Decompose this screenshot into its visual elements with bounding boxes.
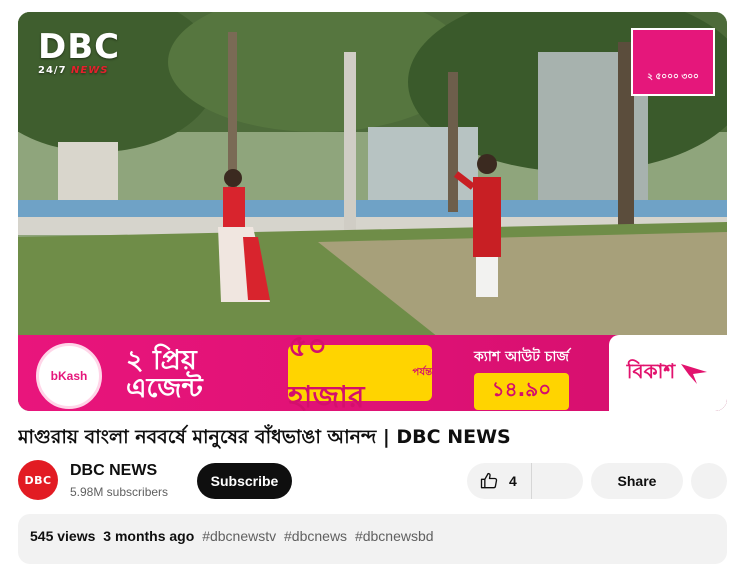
agent-text: ২ প্রিয় এজেন্ট <box>126 345 203 405</box>
share-button[interactable]: Share <box>591 463 683 499</box>
video-title: মাগুরায় বাংলা নববর্ষে মানুষের বাঁধভাঙা … <box>18 426 511 448</box>
like-dislike-group: 4 <box>467 463 583 499</box>
channel-watermark: DBC 24/7 NEWS <box>38 30 120 76</box>
like-button[interactable]: 4 <box>467 463 532 499</box>
hashtag-link[interactable]: #dbcnewsbd <box>355 528 434 544</box>
corner-ad: ২ ৫০০০ ৩০০ <box>631 28 715 96</box>
upload-date: 3 months ago <box>103 528 195 544</box>
app-circle-label: bKash <box>50 369 88 383</box>
prize-value: ৫০ হাজার <box>288 329 365 411</box>
video-player[interactable]: DBC 24/7 NEWS ২ ৫০০০ ৩০০ bKash ২ প্রিয় … <box>18 12 727 411</box>
channel-avatar[interactable]: DBC <box>18 460 58 500</box>
subscriber-count: 5.98M subscribers <box>70 485 169 499</box>
corner-ad-text: ২ ৫০০০ ৩০০ <box>647 71 699 81</box>
brand-name: বিকাশ <box>626 358 676 383</box>
hashtag-link[interactable]: #dbcnews <box>284 528 347 544</box>
thumbs-up-icon <box>480 472 498 489</box>
hashtag-link[interactable]: #dbcnewstv <box>202 528 276 544</box>
ad-banner: bKash ২ প্রিয় এজেন্ট ৫০ হাজার পর্যন্ত ক… <box>18 329 727 411</box>
agent-line-1: ২ প্রিয় <box>126 345 197 376</box>
view-count: 545 views <box>30 528 96 544</box>
bkash-app-icon: bKash <box>36 343 102 409</box>
watermark-sub: 24/7 <box>38 65 67 76</box>
prize-unit: পর্যন্ত <box>412 366 432 378</box>
dislike-button[interactable] <box>532 463 583 499</box>
like-count: 4 <box>509 473 517 489</box>
more-actions-button[interactable] <box>691 463 727 499</box>
channel-name[interactable]: DBC NEWS <box>70 462 157 480</box>
avatar-text: DBC <box>24 473 52 487</box>
brand-logo: বিকাশ <box>609 335 727 411</box>
bird-icon <box>681 364 708 384</box>
offer-box: ক্যাশ আউট চার্জ ১৪.৯০ <box>474 345 569 410</box>
subscribe-button[interactable]: Subscribe <box>197 463 292 499</box>
watermark-text: DBC <box>38 27 121 67</box>
prize-badge: ৫০ হাজার পর্যন্ত <box>288 329 432 411</box>
description-box[interactable]: 545 views 3 months ago #dbcnewstv #dbcne… <box>18 514 727 564</box>
agent-line-2: এজেন্ট <box>126 373 203 405</box>
offer-label: ক্যাশ আউট চার্জ <box>474 349 569 365</box>
watermark-news: NEWS <box>71 65 109 76</box>
description-meta: 545 views 3 months ago #dbcnewstv #dbcne… <box>30 528 434 544</box>
offer-amount: ১৪.৯০ <box>474 373 569 410</box>
